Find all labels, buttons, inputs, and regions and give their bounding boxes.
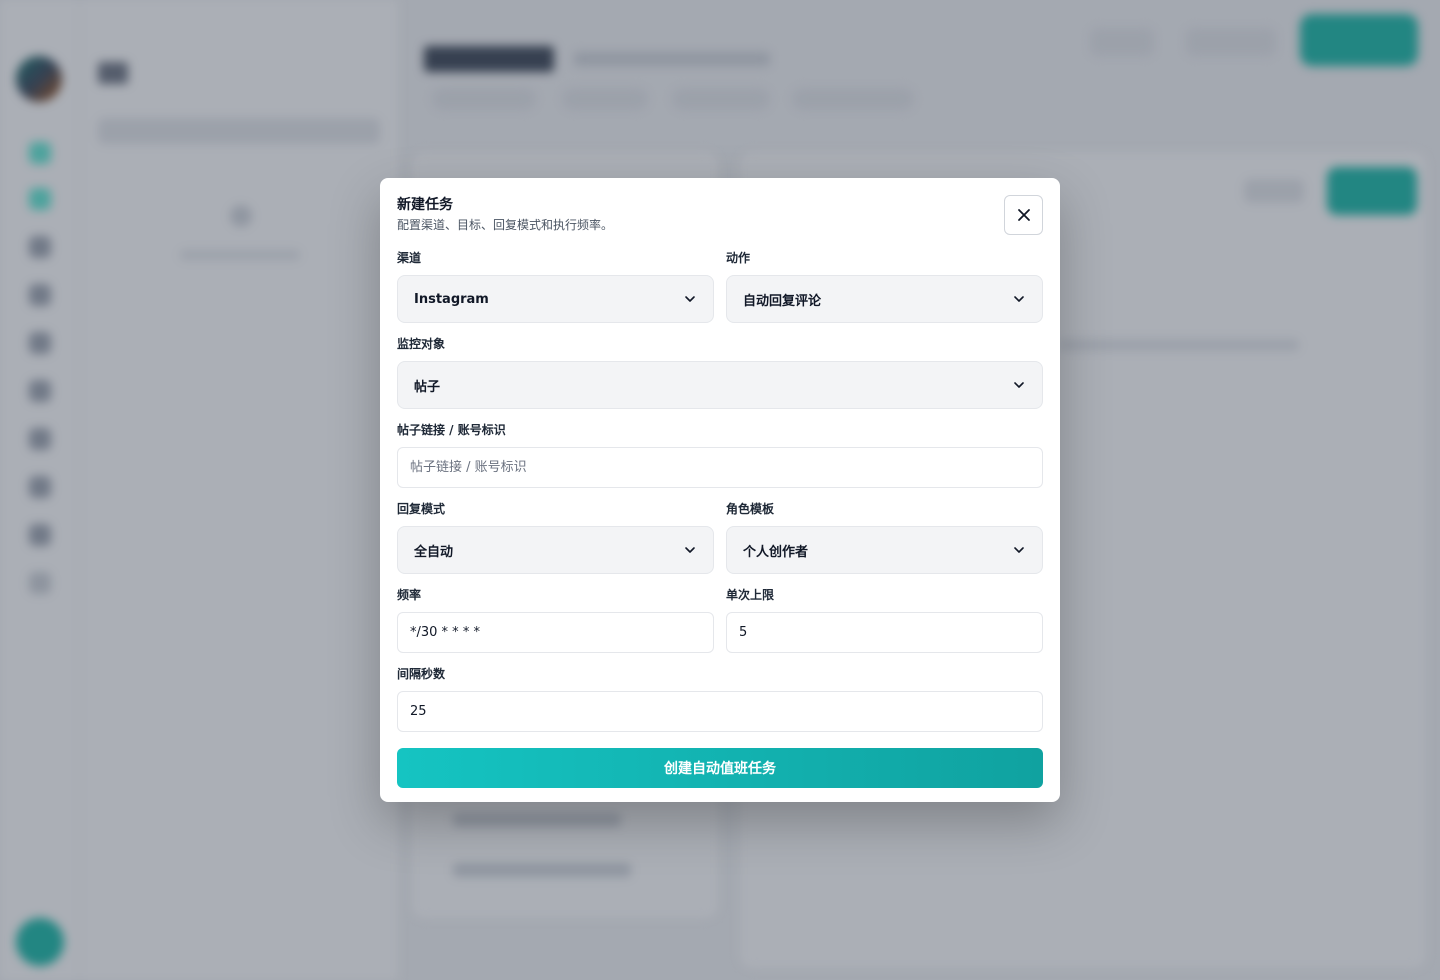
frequency-field: 频率 [397,587,714,653]
reply-mode-select[interactable]: 全自动 [397,526,714,574]
monitor-target-select[interactable]: 帖子 [397,361,1043,409]
post-link-field: 帖子链接 / 账号标识 [397,422,1043,488]
chevron-down-icon [685,547,695,553]
monitor-target-field: 监控对象 帖子 [397,336,1043,409]
monitor-target-value: 帖子 [414,379,441,395]
frequency-input[interactable] [397,612,714,653]
channel-select[interactable]: Instagram [397,275,714,323]
frequency-label: 频率 [397,588,422,602]
action-value: 自动回复评论 [743,293,822,309]
close-button[interactable] [1004,195,1043,235]
close-icon [1017,209,1030,221]
chevron-down-icon [1014,547,1024,553]
reply-mode-value: 全自动 [414,544,454,560]
channel-field: 渠道 Instagram [397,250,714,323]
role-template-label: 角色模板 [726,502,775,516]
action-label: 动作 [726,251,751,265]
role-template-field: 角色模板 个人创作者 [726,501,1043,574]
action-field: 动作 自动回复评论 [726,250,1043,323]
post-link-input[interactable] [397,447,1043,488]
action-select[interactable]: 自动回复评论 [726,275,1043,323]
chevron-down-icon [1014,382,1024,388]
chevron-down-icon [1014,296,1024,302]
channel-value: Instagram [414,291,489,307]
reply-mode-label: 回复模式 [397,502,446,516]
role-template-value: 个人创作者 [743,544,809,560]
dialog-title: 新建任务 [397,197,453,213]
interval-input[interactable] [397,691,1043,732]
interval-field: 间隔秒数 [397,666,1043,732]
limit-field: 单次上限 [726,587,1043,653]
create-task-button[interactable]: 创建自动值班任务 [397,748,1043,788]
role-template-select[interactable]: 个人创作者 [726,526,1043,574]
monitor-target-label: 监控对象 [397,337,446,351]
channel-label: 渠道 [397,251,422,265]
interval-label: 间隔秒数 [397,667,446,681]
post-link-label: 帖子链接 / 账号标识 [397,423,506,437]
limit-label: 单次上限 [726,588,775,602]
chevron-down-icon [685,296,695,302]
new-task-dialog: 新建任务 配置渠道、目标、回复模式和执行频率。 渠道 Instagram 动作 … [380,178,1060,802]
reply-mode-field: 回复模式 全自动 [397,501,714,574]
dialog-description: 配置渠道、目标、回复模式和执行频率。 [397,218,614,232]
limit-input[interactable] [726,612,1043,653]
